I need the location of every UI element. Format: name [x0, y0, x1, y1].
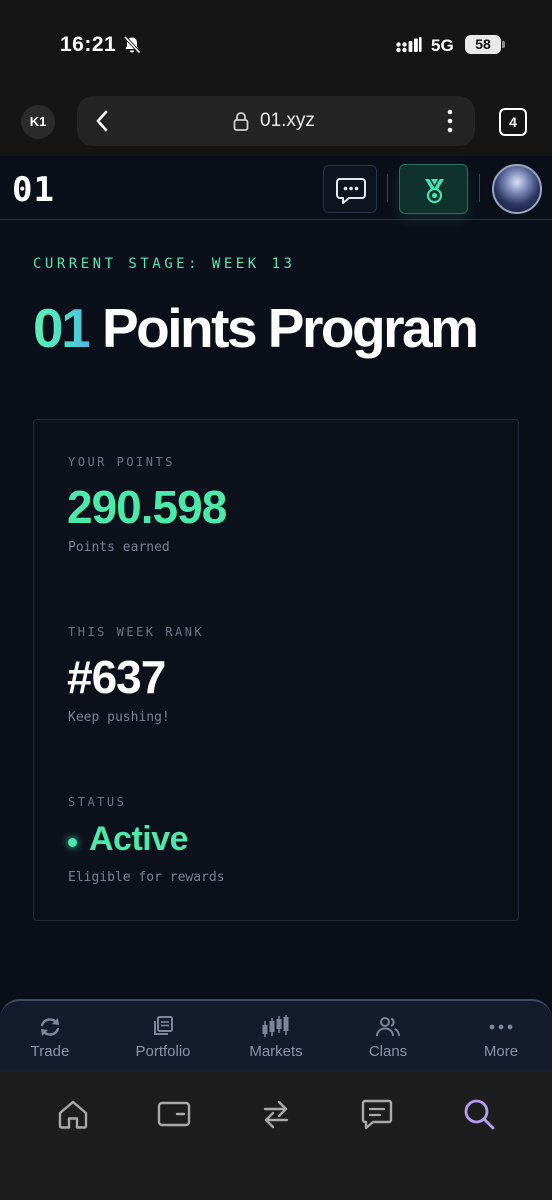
- search-icon[interactable]: [462, 1097, 496, 1131]
- medal-icon: [425, 178, 444, 204]
- browser-profile-button[interactable]: K1: [21, 105, 55, 139]
- nav-label: Portfolio: [135, 1043, 191, 1060]
- status-label: STATUS: [68, 795, 127, 809]
- nav-more[interactable]: More: [451, 1015, 551, 1071]
- nav-label: Markets: [249, 1043, 303, 1060]
- points-value: 290.598: [67, 481, 227, 533]
- candlestick-icon: [262, 1015, 289, 1037]
- users-icon: [376, 1017, 400, 1037]
- more-vertical-icon[interactable]: [443, 108, 457, 134]
- nav-trade[interactable]: Trade: [0, 1015, 100, 1071]
- address-bar[interactable]: 01.xyz: [77, 96, 475, 146]
- header-divider: [387, 174, 388, 202]
- browser-bottom-toolbar: [0, 1071, 552, 1200]
- tabs-button[interactable]: 4: [499, 108, 527, 136]
- switch-arrows-icon[interactable]: [259, 1097, 293, 1131]
- network-type: 5G: [431, 36, 454, 55]
- nav-markets[interactable]: Markets: [226, 1015, 326, 1071]
- chat-button[interactable]: [323, 165, 377, 213]
- app-logo[interactable]: 01: [12, 170, 55, 210]
- url-text[interactable]: 01.xyz: [260, 110, 315, 132]
- page-title: 01 Points Program: [33, 296, 479, 360]
- swap-arrows-icon: [40, 1018, 60, 1036]
- bell-muted-icon: [123, 35, 141, 54]
- points-sub: Points earned: [68, 540, 170, 555]
- back-chevron-icon[interactable]: [95, 109, 109, 133]
- message-icon[interactable]: [360, 1097, 394, 1131]
- portfolio-stack-icon: [154, 1016, 173, 1035]
- wallet-icon[interactable]: [157, 1097, 191, 1131]
- nav-portfolio[interactable]: Portfolio: [113, 1015, 213, 1071]
- nav-label: Clans: [368, 1043, 408, 1060]
- rank-label: THIS WEEK RANK: [68, 625, 205, 639]
- current-stage-label: CURRENT STAGE: WEEK 13: [33, 256, 296, 272]
- title-accent: 01: [33, 297, 92, 359]
- rewards-button[interactable]: [399, 164, 468, 214]
- points-label: YOUR POINTS: [68, 455, 175, 469]
- nav-label: Trade: [30, 1043, 70, 1060]
- status-bar: 16:21 5G 58: [0, 0, 552, 90]
- app-header: 01: [0, 156, 552, 220]
- browser-toolbar: K1 01.xyz 4: [0, 90, 552, 156]
- status-time: 16:21: [60, 33, 117, 56]
- nav-clans[interactable]: Clans: [338, 1015, 438, 1071]
- status-sub: Eligible for rewards: [68, 870, 225, 885]
- title-rest: Points Program: [89, 297, 479, 359]
- battery-icon: 58: [465, 35, 505, 54]
- points-summary-card: YOUR POINTS 290.598 Points earned THIS W…: [33, 419, 519, 921]
- lock-icon: [233, 112, 249, 131]
- header-divider: [479, 174, 480, 202]
- status-dot-icon: [68, 838, 77, 847]
- status-value: Active: [89, 820, 189, 858]
- rank-sub: Keep pushing!: [68, 710, 170, 725]
- home-icon[interactable]: [56, 1097, 90, 1131]
- user-avatar[interactable]: [492, 164, 542, 214]
- rank-value: #637: [67, 651, 166, 703]
- nav-label: More: [483, 1043, 519, 1060]
- chat-bubble-icon: [336, 178, 366, 204]
- app-bottom-nav: Trade Portfolio Markets Clans More: [0, 999, 552, 1071]
- more-dots-icon: [489, 1024, 513, 1030]
- signal-icon: [396, 37, 422, 53]
